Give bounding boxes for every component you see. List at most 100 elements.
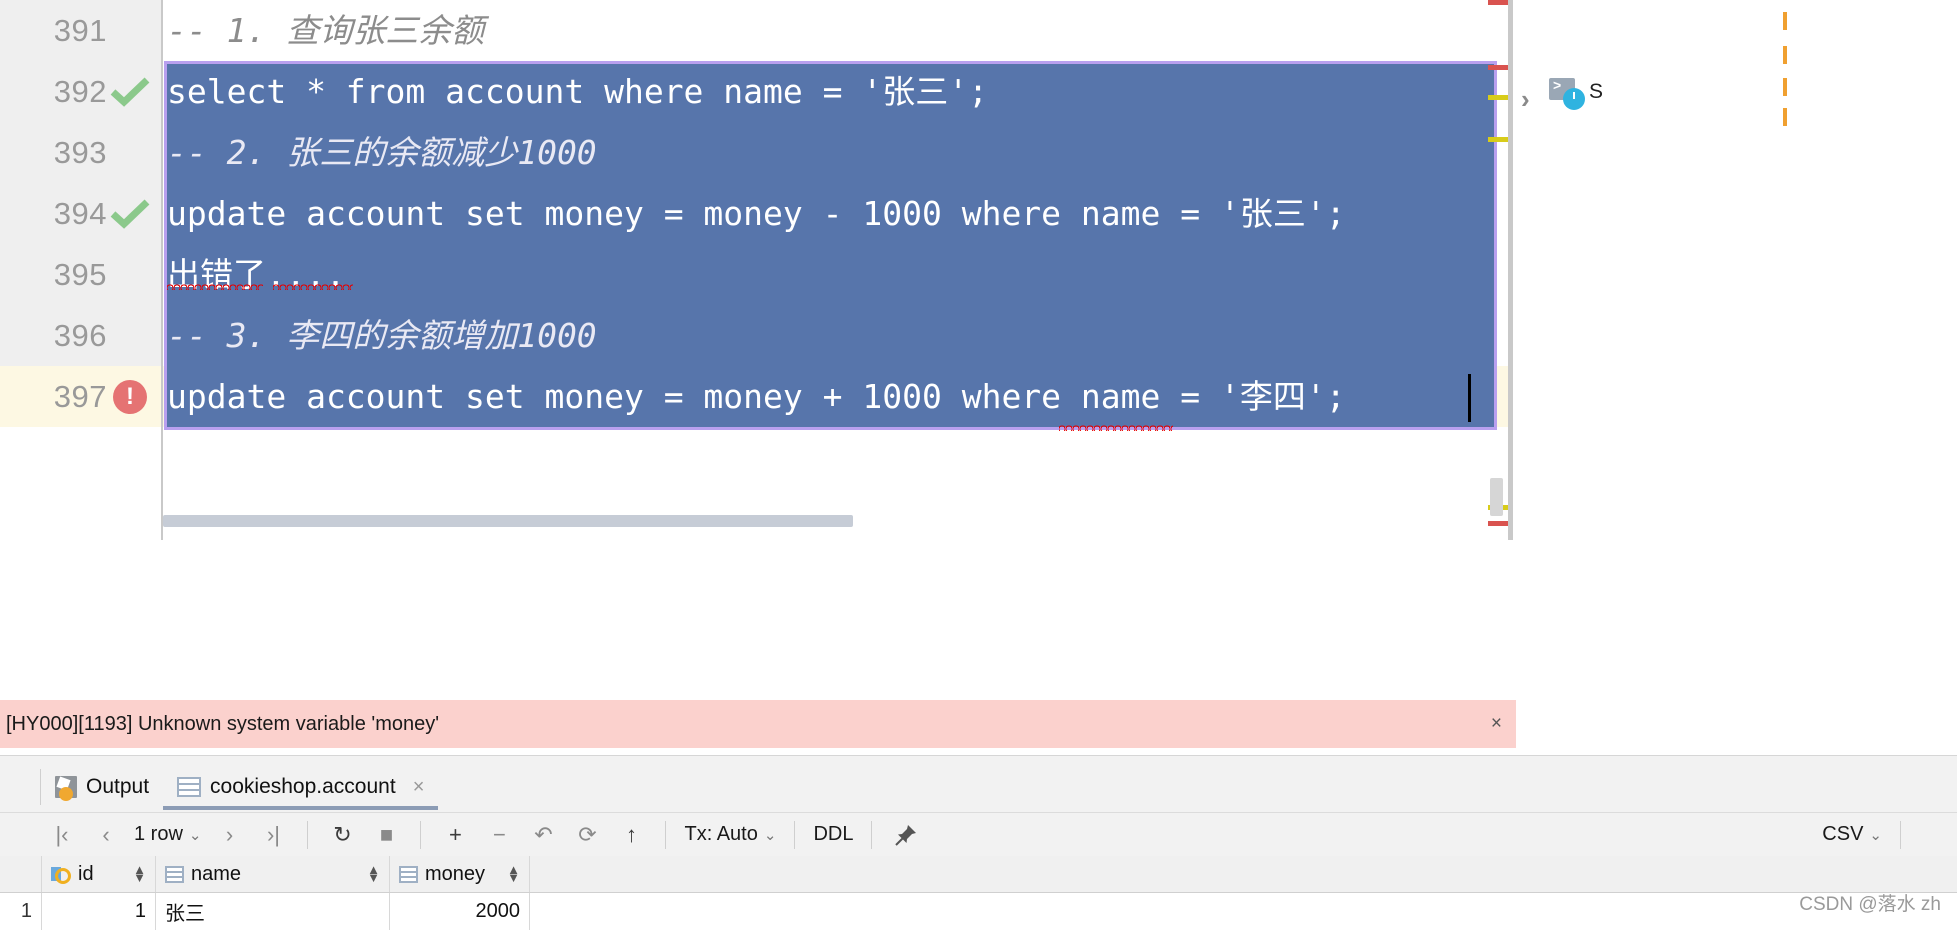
- row-count-selector[interactable]: 1 row ⌄: [128, 823, 207, 846]
- run-error-icon[interactable]: !: [107, 379, 153, 414]
- first-page-button[interactable]: |‹: [45, 818, 79, 852]
- export-format-label: CSV: [1822, 823, 1864, 845]
- transaction-mode-label: Tx: Auto: [684, 823, 758, 845]
- inlay-tick: [1783, 46, 1787, 64]
- selected-code-lines[interactable]: select * from account where name = '张三';…: [163, 61, 1563, 427]
- next-page-button[interactable]: ›: [212, 818, 246, 852]
- text-caret: [1468, 374, 1471, 422]
- stop-icon[interactable]: ■: [369, 818, 403, 852]
- scrollbar-thumb[interactable]: [163, 515, 853, 527]
- table-icon: [177, 777, 202, 797]
- chevron-down-icon: ⌄: [763, 826, 777, 844]
- spell-squiggle: [273, 283, 353, 290]
- row-number: 1: [0, 893, 42, 930]
- line-number: 393: [53, 134, 107, 170]
- ddl-button[interactable]: DDL: [807, 823, 859, 846]
- right-strip-label: S: [1589, 80, 1604, 103]
- gutter-row-error[interactable]: 397 !: [0, 366, 161, 427]
- pin-icon[interactable]: [889, 818, 923, 852]
- column-header-money[interactable]: money ▲ ▼: [390, 856, 530, 892]
- editor-gutter[interactable]: 391 392 393 394 395 396 397 !: [0, 0, 163, 549]
- toolbar-overflow-button[interactable]: [1918, 818, 1952, 852]
- code-line[interactable]: -- 2. 张三的余额减少1000: [163, 122, 1563, 183]
- code-line[interactable]: 出错了....: [163, 244, 1563, 305]
- watermark: CSDN @落水 zh: [1799, 894, 1941, 915]
- right-side-panel: › S: [1513, 0, 1957, 600]
- error-squiggle: [1059, 424, 1173, 431]
- line-number: 394: [53, 195, 107, 231]
- revert-selected-icon[interactable]: ⟳: [570, 818, 604, 852]
- tab-label: Output: [86, 775, 150, 798]
- submit-icon[interactable]: ↑: [614, 818, 648, 852]
- table-row[interactable]: 1 1 张三 2000: [0, 893, 1957, 930]
- line-number: 392: [53, 73, 107, 109]
- sort-toggle-icon[interactable]: ▲ ▼: [507, 863, 520, 884]
- export-format-selector[interactable]: CSV ⌄: [1816, 823, 1888, 846]
- toolbar-divider: [420, 820, 422, 849]
- gutter-row-blank: [0, 427, 161, 488]
- chevron-down-icon: ⌄: [1869, 826, 1882, 844]
- tab-cookieshop-account[interactable]: cookieshop.account ×: [163, 764, 439, 810]
- cell-money[interactable]: 2000: [390, 893, 530, 930]
- column-label: money: [425, 862, 486, 885]
- run-success-check-icon[interactable]: [107, 198, 153, 229]
- sort-toggle-icon[interactable]: ▲ ▼: [133, 863, 146, 884]
- column-icon: [165, 865, 184, 883]
- table-header-row: id ▲ ▼ name ▲ ▼ money ▲ ▼: [0, 856, 1957, 893]
- add-row-button[interactable]: +: [438, 818, 472, 852]
- toolbar-divider: [794, 820, 796, 849]
- tab-output[interactable]: Output: [41, 764, 163, 810]
- transaction-mode-selector[interactable]: Tx: Auto ⌄: [678, 823, 782, 846]
- close-icon[interactable]: ×: [413, 776, 425, 799]
- column-label: id: [78, 862, 94, 885]
- results-toolbar: |‹ ‹ 1 row ⌄ › ›| ↻ ■ + − ↶ ⟳ ↑ Tx: Auto…: [0, 812, 1957, 856]
- datagrip-sql-editor-window: 391 392 393 394 395 396 397 ! -- 1. 查询张三…: [0, 0, 1957, 930]
- code-line[interactable]: update account set money = money - 1000 …: [163, 183, 1563, 244]
- editor-horizontal-scrollbar[interactable]: [163, 515, 1488, 527]
- remove-row-button[interactable]: −: [482, 818, 516, 852]
- refresh-icon[interactable]: ↻: [325, 818, 359, 852]
- exclamation-glyph: !: [126, 382, 134, 410]
- gutter-row[interactable]: 393: [0, 122, 161, 183]
- results-tab-strip: Output cookieshop.account ×: [0, 764, 1957, 810]
- editor-vertical-scrollbar-thumb[interactable]: [1490, 478, 1503, 516]
- last-page-button[interactable]: ›|: [256, 818, 290, 852]
- toolbar-divider: [665, 820, 667, 849]
- gutter-row[interactable]: 391: [0, 0, 161, 61]
- gutter-row[interactable]: 394: [0, 183, 161, 244]
- error-notification-bar: [HY000][1193] Unknown system variable 'm…: [0, 700, 1516, 748]
- sort-toggle-icon[interactable]: ▲ ▼: [367, 863, 380, 884]
- error-message: [HY000][1193] Unknown system variable 'm…: [6, 712, 440, 735]
- tab-label: cookieshop.account: [210, 775, 396, 798]
- gutter-row-blank: [0, 488, 161, 549]
- code-line[interactable]: update account set money = money + 1000 …: [163, 366, 1563, 427]
- result-grid[interactable]: id ▲ ▼ name ▲ ▼ money ▲ ▼ 1 1 张三 2000: [0, 856, 1957, 930]
- error-badge: !: [113, 379, 147, 414]
- column-header-name[interactable]: name ▲ ▼: [156, 856, 390, 892]
- code-line[interactable]: -- 3. 李四的余额增加1000: [163, 305, 1563, 366]
- gutter-row[interactable]: 396: [0, 305, 161, 366]
- check-icon: [110, 198, 150, 229]
- column-header-id[interactable]: id ▲ ▼: [42, 856, 156, 892]
- column-icon: [399, 865, 418, 883]
- cell-id[interactable]: 1: [42, 893, 156, 930]
- inlay-tick: [1783, 108, 1787, 126]
- cell-name[interactable]: 张三: [156, 893, 390, 930]
- check-icon: [110, 76, 150, 107]
- line-number: 395: [53, 256, 107, 292]
- run-success-check-icon[interactable]: [107, 76, 153, 107]
- clock-badge-icon: [1563, 88, 1585, 110]
- code-line[interactable]: select * from account where name = '张三';: [163, 61, 1563, 122]
- marker-error[interactable]: [1488, 0, 1508, 5]
- spell-squiggle: [167, 283, 263, 290]
- row-number-header: [0, 856, 42, 892]
- marker-error[interactable]: [1488, 521, 1508, 526]
- gutter-row[interactable]: 392: [0, 61, 161, 122]
- gutter-row[interactable]: 395: [0, 244, 161, 305]
- primary-key-icon: [51, 865, 71, 884]
- close-icon[interactable]: ×: [1491, 713, 1502, 735]
- results-panel: Output cookieshop.account × |‹ ‹ 1 row ⌄…: [0, 755, 1957, 930]
- toolbar-divider: [871, 820, 873, 849]
- previous-page-button[interactable]: ‹: [89, 818, 123, 852]
- revert-icon[interactable]: ↶: [526, 818, 560, 852]
